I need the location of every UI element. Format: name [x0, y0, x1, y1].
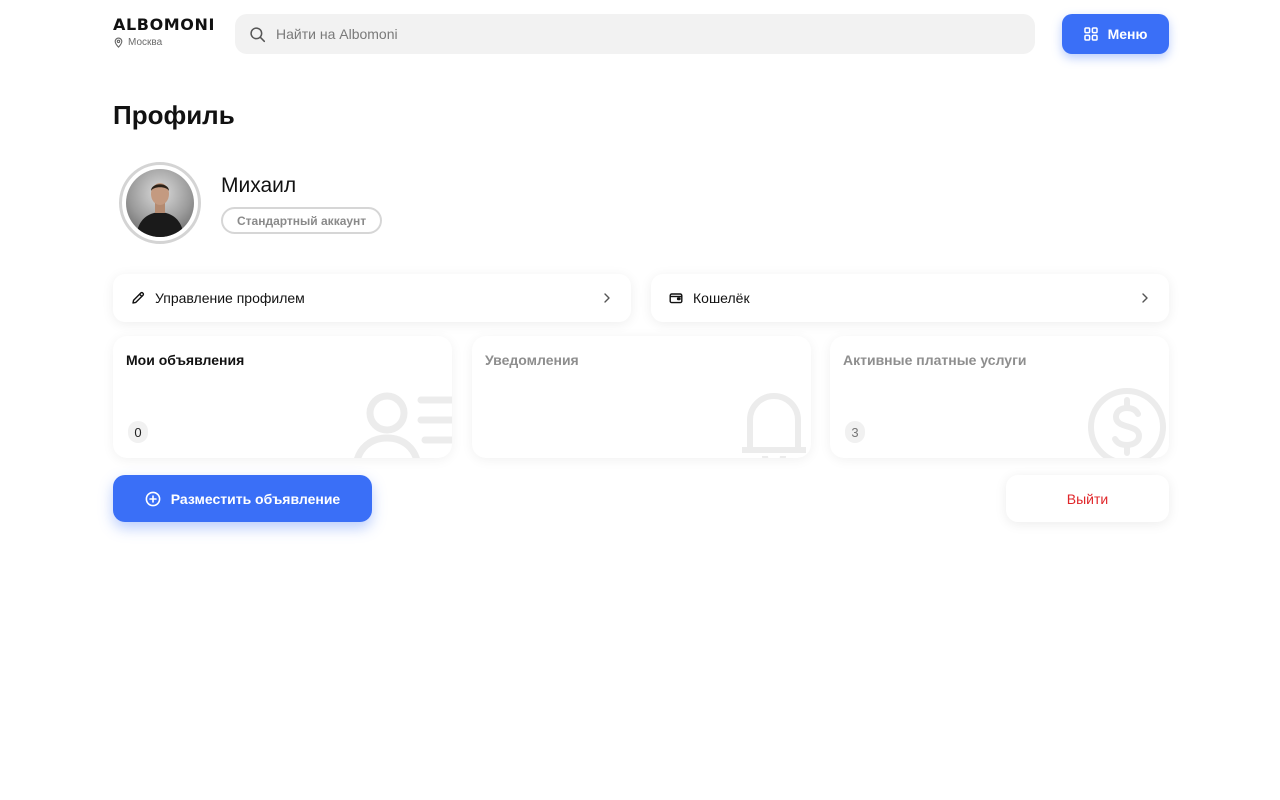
wallet-icon: [669, 291, 683, 305]
wallet-label: Кошелёк: [693, 290, 750, 306]
notifications-title: Уведомления: [485, 352, 579, 368]
pencil-icon: [131, 291, 145, 305]
logout-button[interactable]: Выйти: [1006, 475, 1169, 522]
post-ad-label: Разместить объявление: [170, 490, 341, 507]
plus-circle-icon: [145, 491, 161, 507]
avatar[interactable]: [119, 162, 201, 244]
page-title: Профиль: [113, 100, 235, 130]
wallet-link[interactable]: Кошелёк: [651, 274, 1169, 322]
manage-profile-label: Управление профилем: [155, 290, 305, 306]
search-input[interactable]: [276, 26, 976, 42]
logo[interactable]: ALBOMONI Москва: [113, 15, 215, 48]
menu-label: Меню: [1107, 26, 1148, 42]
grid-icon: [1083, 27, 1098, 41]
manage-profile-link[interactable]: Управление профилем: [113, 274, 631, 322]
city-selector[interactable]: Москва: [113, 37, 215, 48]
paid-services-title: Активные платные услуги: [843, 352, 1027, 368]
search-icon: [249, 26, 266, 43]
paid-services-card[interactable]: Активные платные услуги 3: [830, 336, 1169, 458]
chevron-right-icon: [1139, 292, 1151, 304]
search-bar[interactable]: [235, 14, 1035, 54]
chevron-right-icon: [601, 292, 613, 304]
post-ad-button[interactable]: Разместить объявление: [113, 475, 372, 522]
city-label: Москва: [128, 37, 163, 48]
dollar-icon: [1086, 386, 1168, 458]
user-list-icon: [353, 386, 452, 458]
avatar-photo: [126, 169, 194, 237]
account-type-badge: Стандартный аккаунт: [221, 207, 383, 234]
logo-text: ALBOMONI: [113, 15, 216, 34]
notifications-card[interactable]: Уведомления: [472, 336, 811, 458]
bell-icon: [737, 386, 811, 458]
my-ads-count: 0: [128, 421, 148, 443]
user-name: Михаил: [221, 174, 297, 197]
my-ads-card[interactable]: Мои объявления 0: [113, 336, 452, 458]
location-pin-icon: [113, 37, 124, 48]
paid-services-count: 3: [845, 421, 865, 443]
my-ads-title: Мои объявления: [126, 352, 245, 368]
menu-button[interactable]: Меню: [1062, 14, 1169, 54]
logout-label: Выйти: [1066, 490, 1109, 507]
